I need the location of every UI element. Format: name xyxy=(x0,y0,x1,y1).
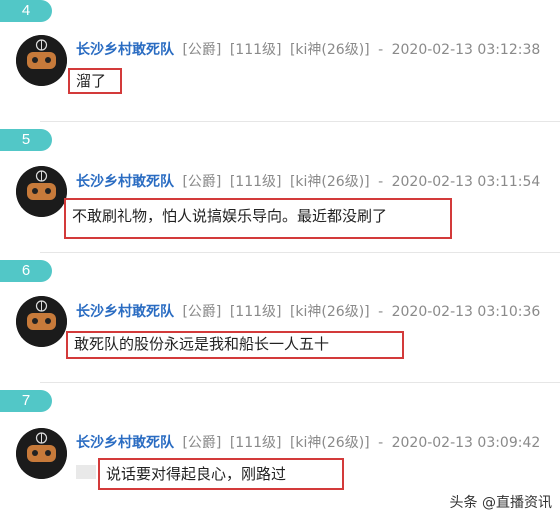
avatar[interactable] xyxy=(16,166,67,217)
author-name[interactable]: 长沙乡村敢死队 xyxy=(76,435,174,451)
separator: - xyxy=(378,304,384,320)
divider xyxy=(40,382,560,383)
floor-number: 4 xyxy=(0,0,52,22)
author-name[interactable]: 长沙乡村敢死队 xyxy=(76,42,174,58)
author-name[interactable]: 长沙乡村敢死队 xyxy=(76,174,174,190)
level-tag: [111级] xyxy=(229,42,282,58)
comment-text-content: 不敢刷礼物，怕人说搞娱乐导向。最近都没刷了 xyxy=(72,207,388,225)
comment-text: 不敢刷礼物，怕人说搞娱乐导向。最近都没刷了 xyxy=(64,198,452,239)
redacted-area xyxy=(76,465,96,479)
floor-number: 7 xyxy=(0,390,52,412)
timestamp: 2020-02-13 03:12:38 xyxy=(391,42,541,58)
avatar[interactable] xyxy=(16,428,67,479)
avatar-image-icon xyxy=(16,428,67,479)
avatar[interactable] xyxy=(16,296,67,347)
avatar[interactable] xyxy=(16,35,67,86)
watermark: 头条 @直播资讯 xyxy=(449,495,552,511)
rank-tag: [公爵] xyxy=(182,174,222,190)
comment-text-content: 说话要对得起良心，刚路过 xyxy=(106,465,287,483)
floor-number: 6 xyxy=(0,260,52,282)
level-tag: [111级] xyxy=(229,304,282,320)
rank-tag: [公爵] xyxy=(182,304,222,320)
comment-meta: 长沙乡村敢死队 [公爵] [111级] [ki神(26级)] - 2020-02… xyxy=(76,41,540,59)
level-tag: [111级] xyxy=(229,435,282,451)
avatar-image-icon xyxy=(16,166,67,217)
author-name[interactable]: 长沙乡村敢死队 xyxy=(76,304,174,320)
avatar-image-icon xyxy=(16,296,67,347)
fan-tag: [ki神(26级)] xyxy=(289,42,370,58)
rank-tag: [公爵] xyxy=(182,435,222,451)
rank-tag: [公爵] xyxy=(182,42,222,58)
comment-text-content: 敢死队的股份永远是我和船长一人五十 xyxy=(74,335,330,353)
comment-text: 敢死队的股份永远是我和船长一人五十 xyxy=(66,331,404,359)
comment-meta: 长沙乡村敢死队 [公爵] [111级] [ki神(26级)] - 2020-02… xyxy=(76,303,540,321)
level-tag: [111级] xyxy=(229,174,282,190)
floor-number: 5 xyxy=(0,129,52,151)
fan-tag: [ki神(26级)] xyxy=(289,174,370,190)
timestamp: 2020-02-13 03:09:42 xyxy=(391,435,541,451)
avatar-image-icon xyxy=(16,35,67,86)
comment-text-content: 溜了 xyxy=(76,72,107,90)
timestamp: 2020-02-13 03:10:36 xyxy=(391,304,541,320)
fan-tag: [ki神(26级)] xyxy=(289,435,370,451)
divider xyxy=(40,252,560,253)
comment-text: 说话要对得起良心，刚路过 xyxy=(98,458,344,490)
comment-meta: 长沙乡村敢死队 [公爵] [111级] [ki神(26级)] - 2020-02… xyxy=(76,173,540,191)
separator: - xyxy=(378,435,384,451)
divider xyxy=(40,121,560,122)
separator: - xyxy=(378,174,384,190)
comment-text: 溜了 xyxy=(68,68,122,94)
separator: - xyxy=(378,42,384,58)
fan-tag: [ki神(26级)] xyxy=(289,304,370,320)
timestamp: 2020-02-13 03:11:54 xyxy=(391,174,541,190)
comment-meta: 长沙乡村敢死队 [公爵] [111级] [ki神(26级)] - 2020-02… xyxy=(76,434,540,452)
